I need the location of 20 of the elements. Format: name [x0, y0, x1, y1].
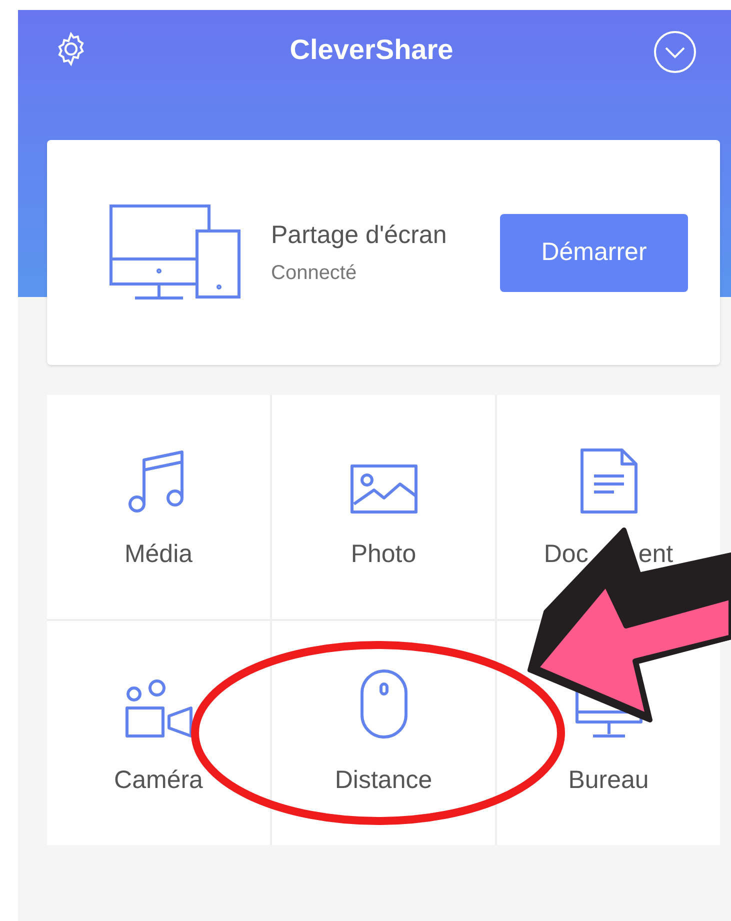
- chevron-down-circle-icon[interactable]: [653, 30, 697, 74]
- feature-tile[interactable]: Média: [47, 395, 270, 619]
- feature-label: Média: [124, 539, 193, 570]
- video-camera-icon: [124, 678, 192, 740]
- feature-label: ent: [638, 539, 674, 570]
- feature-label: Doc: [544, 539, 588, 570]
- feature-label: Caméra: [114, 765, 203, 796]
- feature-tile[interactable]: Distance: [272, 621, 495, 845]
- feature-label: Distance: [334, 765, 432, 796]
- share-status: Connecté: [271, 261, 358, 286]
- feature-tile[interactable]: Photo: [272, 395, 495, 619]
- app-title: CleverShare: [290, 33, 454, 67]
- image-icon: [350, 464, 418, 514]
- mouse-icon: [358, 668, 408, 740]
- feature-label: Photo: [350, 539, 416, 570]
- feature-tile[interactable]: Caméra: [47, 621, 270, 845]
- share-title: Partage d'écran: [271, 220, 447, 251]
- feature-label: Bureau: [568, 765, 649, 796]
- document-icon: [580, 448, 638, 514]
- desktop-and-phone-icon: [109, 204, 243, 302]
